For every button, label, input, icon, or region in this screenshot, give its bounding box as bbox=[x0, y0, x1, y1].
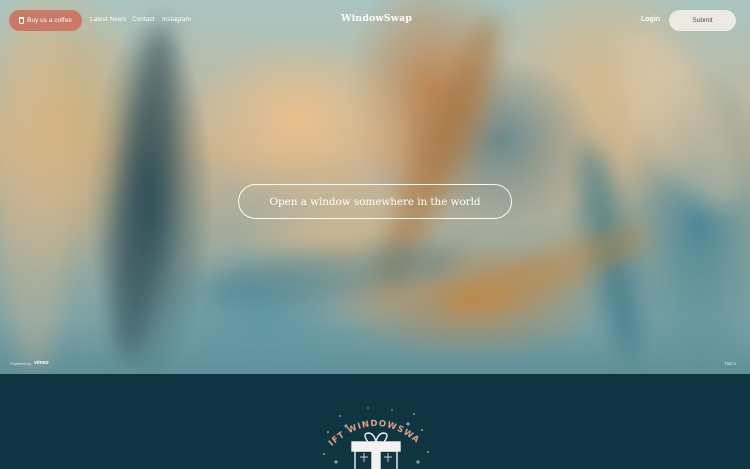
nav-link-latest-news[interactable]: Latest News bbox=[90, 16, 126, 23]
video-blur-streak bbox=[595, 13, 750, 227]
video-blur-streak bbox=[197, 232, 463, 318]
submit-button[interactable]: Submit bbox=[669, 10, 736, 31]
open-window-label: Open a window somewhere in the world bbox=[269, 195, 481, 208]
login-link[interactable]: Login bbox=[641, 16, 660, 23]
coffee-cup-icon bbox=[19, 17, 25, 24]
video-blur-streak bbox=[0, 0, 70, 370]
video-blur-streak bbox=[102, 18, 188, 362]
open-window-button[interactable]: Open a window somewhere in the world bbox=[238, 184, 512, 219]
terms-link[interactable]: T&C's bbox=[724, 361, 736, 366]
gift-illustration: GIFT WINDOWSWAP! bbox=[314, 395, 429, 469]
buy-coffee-button[interactable]: Buy us a coffee bbox=[9, 10, 82, 31]
gift-windowswap-banner[interactable]: GIFT WINDOWSWAP! bbox=[314, 395, 434, 469]
submit-label: Submit bbox=[692, 17, 713, 24]
nav-link-contact[interactable]: Contact bbox=[132, 16, 154, 23]
vimeo-logo: vimeo bbox=[34, 360, 49, 366]
nav-link-instagram[interactable]: Instagram bbox=[162, 16, 191, 23]
buy-coffee-label: Buy us a coffee bbox=[27, 17, 72, 24]
gift-box-icon bbox=[351, 432, 401, 469]
page: Buy us a coffee Latest News Contact Inst… bbox=[0, 0, 750, 469]
site-logo[interactable]: WindowSwap bbox=[341, 13, 412, 24]
top-navigation: Buy us a coffee Latest News Contact Inst… bbox=[0, 0, 750, 40]
vimeo-attribution[interactable]: Powered by vimeo bbox=[10, 360, 49, 366]
powered-by-label: Powered by bbox=[10, 360, 32, 366]
